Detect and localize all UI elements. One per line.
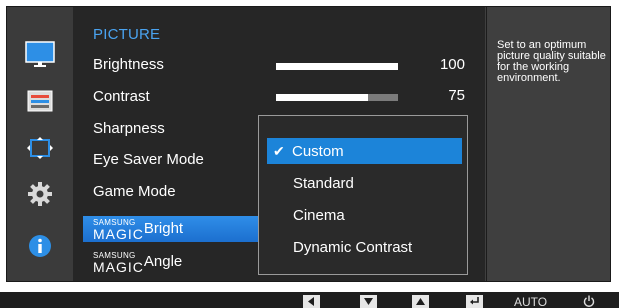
brightness-value: 100 bbox=[439, 56, 465, 73]
dropdown-option-custom[interactable]: ✔ Custom bbox=[267, 138, 462, 164]
enter-button[interactable] bbox=[466, 295, 483, 308]
menu-item-sharpness[interactable]: Sharpness bbox=[93, 118, 253, 140]
dropdown-option-label: Standard bbox=[293, 175, 354, 192]
sidebar-item-screen[interactable] bbox=[7, 133, 73, 163]
sidebar-item-information[interactable] bbox=[7, 231, 73, 261]
contrast-slider[interactable] bbox=[276, 94, 398, 101]
menu-title: PICTURE bbox=[93, 26, 161, 43]
help-panel: Set to an optimum picture quality suitab… bbox=[486, 7, 610, 281]
menu-item-label: Contrast bbox=[93, 88, 150, 105]
contrast-value: 75 bbox=[448, 87, 465, 104]
menu-item-label: Eye Saver Mode bbox=[93, 151, 204, 168]
power-button[interactable] bbox=[583, 295, 595, 308]
up-button[interactable] bbox=[412, 295, 429, 308]
enter-icon bbox=[466, 295, 483, 308]
auto-label: AUTO bbox=[514, 295, 548, 308]
samsung-magic-logo: SAMSUNG MAGIC bbox=[93, 218, 144, 242]
contrast-slider-fill bbox=[276, 94, 368, 101]
menu-item-label: Angle bbox=[143, 253, 183, 270]
menu-item-label: Bright bbox=[143, 220, 184, 237]
menu-item-eye-saver-mode[interactable]: Eye Saver Mode bbox=[93, 149, 253, 171]
menu-item-game-mode[interactable]: Game Mode bbox=[93, 181, 253, 203]
magic-bright-dropdown: ✔ Custom Standard Cinema Dynamic Contrast bbox=[258, 115, 468, 275]
menu-item-brightness[interactable]: Brightness bbox=[93, 54, 253, 76]
category-icon-sidebar bbox=[7, 7, 73, 281]
brightness-slider[interactable] bbox=[276, 63, 398, 70]
menu-item-magic-angle[interactable]: SAMSUNG MAGIC Angle bbox=[93, 249, 253, 275]
power-icon bbox=[583, 295, 595, 307]
menu-item-contrast[interactable]: Contrast bbox=[93, 86, 253, 108]
auto-button[interactable]: AUTO bbox=[514, 295, 547, 308]
dropdown-option-standard[interactable]: Standard bbox=[267, 171, 462, 197]
menu-item-label: Brightness bbox=[93, 56, 164, 73]
menu-item-label: Sharpness bbox=[93, 120, 165, 137]
menu-item-magic-bright[interactable]: SAMSUNG MAGIC Bright bbox=[83, 216, 263, 242]
left-button[interactable] bbox=[303, 295, 320, 308]
down-arrow-icon bbox=[360, 295, 377, 308]
dropdown-option-cinema[interactable]: Cinema bbox=[267, 203, 462, 229]
brand-big-text: MAGIC bbox=[93, 259, 144, 275]
system-gear-icon bbox=[28, 182, 52, 206]
dropdown-option-label: Custom bbox=[292, 143, 344, 160]
screen-adjustment-icon bbox=[27, 137, 53, 159]
up-arrow-icon bbox=[412, 295, 429, 308]
picture-icon bbox=[25, 40, 55, 67]
samsung-magic-logo: SAMSUNG MAGIC bbox=[93, 251, 144, 275]
brightness-slider-fill bbox=[276, 63, 398, 70]
sidebar-item-system[interactable] bbox=[7, 179, 73, 209]
brand-big-text: MAGIC bbox=[93, 226, 144, 242]
sidebar-item-color[interactable] bbox=[7, 86, 73, 116]
menu-item-label: Game Mode bbox=[93, 183, 176, 200]
picture-menu-panel: PICTURE Brightness 100 Contrast 75 Sharp… bbox=[73, 7, 485, 281]
dropdown-option-label: Cinema bbox=[293, 207, 345, 224]
down-button[interactable] bbox=[360, 295, 377, 308]
dropdown-option-dynamic-contrast[interactable]: Dynamic Contrast bbox=[267, 235, 462, 261]
help-description: Set to an optimum picture quality suitab… bbox=[497, 39, 606, 84]
color-icon bbox=[27, 90, 53, 112]
dropdown-option-label: Dynamic Contrast bbox=[293, 239, 413, 256]
information-icon bbox=[29, 235, 51, 257]
sidebar-item-picture[interactable] bbox=[7, 39, 73, 69]
monitor-osd-screen: PICTURE Brightness 100 Contrast 75 Sharp… bbox=[0, 0, 619, 308]
left-arrow-icon bbox=[303, 295, 320, 308]
checkmark-icon: ✔ bbox=[273, 143, 285, 159]
bottom-control-bar: AUTO bbox=[0, 292, 619, 308]
